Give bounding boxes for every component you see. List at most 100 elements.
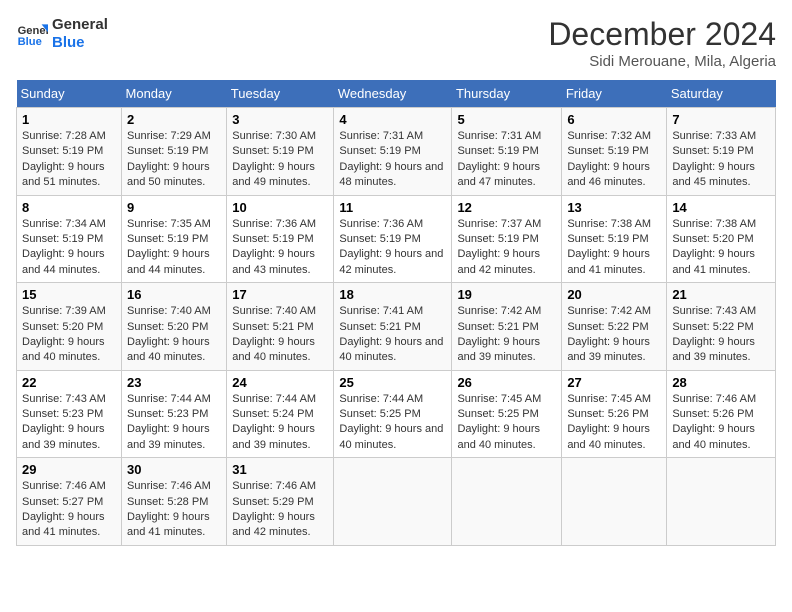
sunset-label: Sunset: (672, 321, 709, 333)
day-number: 3 (232, 112, 328, 127)
daylight-label: Daylight: (22, 423, 65, 435)
day-info: Sunrise: 7:31 AM Sunset: 5:19 PM Dayligh… (457, 129, 556, 191)
day-cell: 10 Sunrise: 7:36 AM Sunset: 5:19 PM Dayl… (227, 195, 334, 283)
location: Sidi Merouane, Mila, Algeria (548, 53, 776, 70)
day-cell: 19 Sunrise: 7:42 AM Sunset: 5:21 PM Dayl… (452, 283, 562, 371)
day-number: 30 (127, 462, 221, 477)
sunrise-label: Sunrise: (339, 305, 379, 317)
sunset-time: 5:19 PM (498, 145, 539, 157)
page-header: General Blue General Blue December 2024 … (16, 16, 776, 70)
day-cell: 26 Sunrise: 7:45 AM Sunset: 5:25 PM Dayl… (452, 370, 562, 458)
calendar-body: 1 Sunrise: 7:28 AM Sunset: 5:19 PM Dayli… (17, 108, 776, 546)
day-number: 14 (672, 200, 770, 215)
day-info: Sunrise: 7:35 AM Sunset: 5:19 PM Dayligh… (127, 217, 221, 279)
daylight-label: Daylight: (457, 336, 500, 348)
sunrise-label: Sunrise: (339, 218, 379, 230)
sunset-time: 5:22 PM (713, 321, 754, 333)
day-number: 22 (22, 375, 116, 390)
daylight-label: Daylight: (22, 336, 65, 348)
sunset-label: Sunset: (127, 233, 164, 245)
day-info: Sunrise: 7:46 AM Sunset: 5:29 PM Dayligh… (232, 479, 328, 541)
sunset-time: 5:20 PM (62, 321, 103, 333)
daylight-label: Daylight: (127, 511, 170, 523)
week-row-2: 8 Sunrise: 7:34 AM Sunset: 5:19 PM Dayli… (17, 195, 776, 283)
daylight-label: Daylight: (672, 248, 715, 260)
sunrise-label: Sunrise: (457, 305, 497, 317)
week-row-1: 1 Sunrise: 7:28 AM Sunset: 5:19 PM Dayli… (17, 108, 776, 196)
day-info: Sunrise: 7:29 AM Sunset: 5:19 PM Dayligh… (127, 129, 221, 191)
sunset-label: Sunset: (457, 408, 494, 420)
sunrise-time: 7:33 AM (716, 130, 756, 142)
sunset-time: 5:21 PM (273, 321, 314, 333)
week-row-4: 22 Sunrise: 7:43 AM Sunset: 5:23 PM Dayl… (17, 370, 776, 458)
calendar-table: SundayMondayTuesdayWednesdayThursdayFrid… (16, 80, 776, 546)
sunset-time: 5:20 PM (713, 233, 754, 245)
sunset-time: 5:19 PM (273, 233, 314, 245)
day-cell: 6 Sunrise: 7:32 AM Sunset: 5:19 PM Dayli… (562, 108, 667, 196)
sunrise-time: 7:36 AM (383, 218, 423, 230)
sunset-time: 5:21 PM (498, 321, 539, 333)
sunrise-time: 7:34 AM (65, 218, 105, 230)
sunset-label: Sunset: (339, 408, 376, 420)
day-info: Sunrise: 7:46 AM Sunset: 5:28 PM Dayligh… (127, 479, 221, 541)
daylight-label: Daylight: (232, 161, 275, 173)
sunrise-label: Sunrise: (127, 130, 167, 142)
sunset-time: 5:19 PM (167, 233, 208, 245)
day-cell: 2 Sunrise: 7:29 AM Sunset: 5:19 PM Dayli… (122, 108, 227, 196)
sunrise-label: Sunrise: (22, 393, 62, 405)
day-cell (562, 458, 667, 546)
day-info: Sunrise: 7:44 AM Sunset: 5:25 PM Dayligh… (339, 392, 446, 454)
day-cell (334, 458, 452, 546)
sunset-label: Sunset: (127, 496, 164, 508)
day-cell (667, 458, 776, 546)
day-info: Sunrise: 7:40 AM Sunset: 5:20 PM Dayligh… (127, 304, 221, 366)
sunset-label: Sunset: (22, 233, 59, 245)
day-cell: 7 Sunrise: 7:33 AM Sunset: 5:19 PM Dayli… (667, 108, 776, 196)
sunrise-label: Sunrise: (457, 218, 497, 230)
sunset-label: Sunset: (567, 145, 604, 157)
day-cell: 31 Sunrise: 7:46 AM Sunset: 5:29 PM Dayl… (227, 458, 334, 546)
sunrise-time: 7:28 AM (65, 130, 105, 142)
day-number: 25 (339, 375, 446, 390)
daylight-label: Daylight: (567, 161, 610, 173)
day-info: Sunrise: 7:40 AM Sunset: 5:21 PM Dayligh… (232, 304, 328, 366)
sunrise-label: Sunrise: (567, 393, 607, 405)
sunrise-label: Sunrise: (457, 130, 497, 142)
logo: General Blue General Blue (16, 16, 108, 52)
sunrise-time: 7:42 AM (501, 305, 541, 317)
day-info: Sunrise: 7:38 AM Sunset: 5:20 PM Dayligh… (672, 217, 770, 279)
sunrise-label: Sunrise: (457, 393, 497, 405)
sunset-time: 5:19 PM (608, 145, 649, 157)
day-cell: 27 Sunrise: 7:45 AM Sunset: 5:26 PM Dayl… (562, 370, 667, 458)
sunrise-time: 7:38 AM (716, 218, 756, 230)
daylight-label: Daylight: (22, 248, 65, 260)
day-cell: 25 Sunrise: 7:44 AM Sunset: 5:25 PM Dayl… (334, 370, 452, 458)
day-cell: 11 Sunrise: 7:36 AM Sunset: 5:19 PM Dayl… (334, 195, 452, 283)
sunset-time: 5:19 PM (62, 145, 103, 157)
day-info: Sunrise: 7:44 AM Sunset: 5:24 PM Dayligh… (232, 392, 328, 454)
sunrise-label: Sunrise: (232, 305, 272, 317)
day-cell: 20 Sunrise: 7:42 AM Sunset: 5:22 PM Dayl… (562, 283, 667, 371)
day-info: Sunrise: 7:37 AM Sunset: 5:19 PM Dayligh… (457, 217, 556, 279)
day-cell: 29 Sunrise: 7:46 AM Sunset: 5:27 PM Dayl… (17, 458, 122, 546)
day-cell: 22 Sunrise: 7:43 AM Sunset: 5:23 PM Dayl… (17, 370, 122, 458)
day-number: 13 (567, 200, 661, 215)
day-info: Sunrise: 7:45 AM Sunset: 5:26 PM Dayligh… (567, 392, 661, 454)
day-cell: 5 Sunrise: 7:31 AM Sunset: 5:19 PM Dayli… (452, 108, 562, 196)
daylight-label: Daylight: (127, 423, 170, 435)
sunrise-time: 7:44 AM (383, 393, 423, 405)
daylight-label: Daylight: (22, 161, 65, 173)
dow-header-sunday: Sunday (17, 80, 122, 108)
daylight-label: Daylight: (127, 336, 170, 348)
sunrise-label: Sunrise: (232, 130, 272, 142)
sunset-label: Sunset: (232, 145, 269, 157)
sunset-label: Sunset: (22, 408, 59, 420)
day-info: Sunrise: 7:31 AM Sunset: 5:19 PM Dayligh… (339, 129, 446, 191)
sunset-time: 5:19 PM (608, 233, 649, 245)
day-info: Sunrise: 7:46 AM Sunset: 5:26 PM Dayligh… (672, 392, 770, 454)
sunset-time: 5:19 PM (380, 145, 421, 157)
sunset-label: Sunset: (22, 145, 59, 157)
daylight-label: Daylight: (127, 161, 170, 173)
daylight-label: Daylight: (457, 423, 500, 435)
sunset-time: 5:27 PM (62, 496, 103, 508)
